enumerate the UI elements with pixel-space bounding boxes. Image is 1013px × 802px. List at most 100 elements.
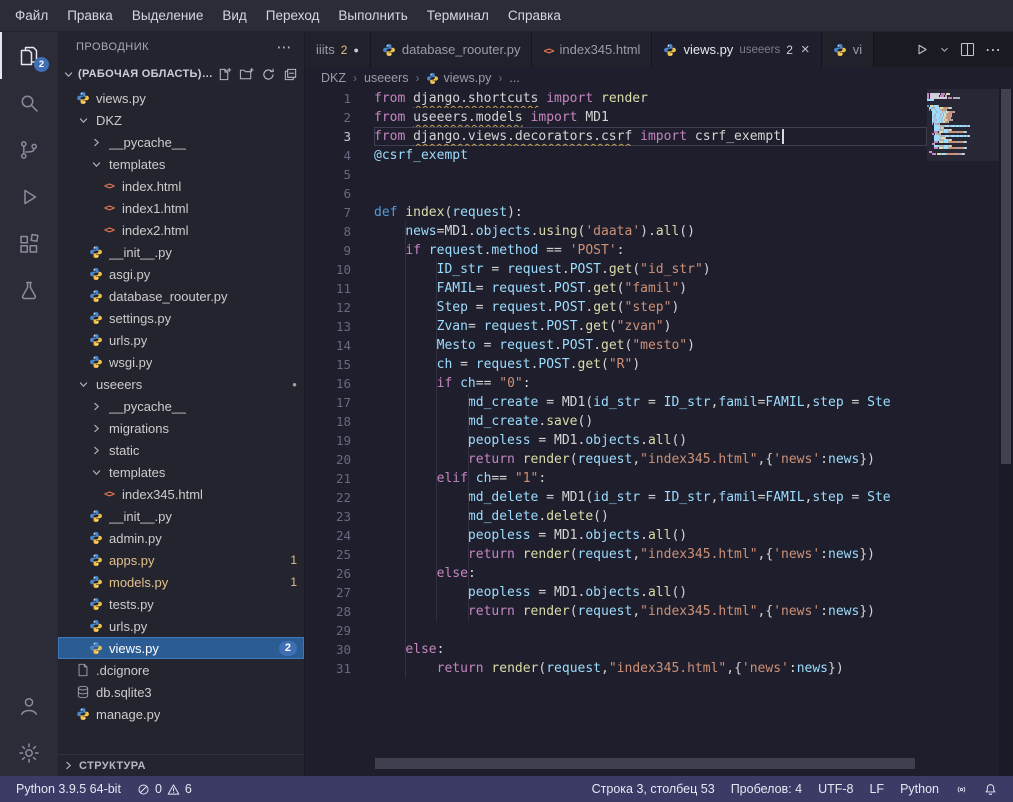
code-editor[interactable]: 1from django.shortcuts import render2fro…: [305, 89, 1013, 776]
tab-database_roouter.py[interactable]: database_roouter.py: [371, 32, 533, 67]
code-line[interactable]: 4@csrf_exempt: [305, 146, 927, 165]
folder-item-DKZ[interactable]: DKZ: [58, 109, 304, 131]
code-line[interactable]: 23 md_delete.delete(): [305, 507, 927, 526]
vertical-scrollbar-thumb[interactable]: [1001, 89, 1011, 464]
workspace-section-header[interactable]: (РАБОЧАЯ ОБЛАСТЬ) ...: [58, 62, 304, 86]
file-item-__init__.py[interactable]: __init__.py: [58, 241, 304, 263]
folder-item-templates[interactable]: templates: [58, 153, 304, 175]
code-line[interactable]: 9 if request.method == 'POST':: [305, 241, 927, 260]
folder-item-templates[interactable]: templates: [58, 461, 304, 483]
code-line[interactable]: 14 Mesto = request.POST.get("mesto"): [305, 336, 927, 355]
code-line[interactable]: 15 ch = request.POST.get("R"): [305, 355, 927, 374]
code-line[interactable]: 31 return render(request,"index345.html"…: [305, 659, 927, 678]
code-line[interactable]: 10 ID_str = request.POST.get("id_str"): [305, 260, 927, 279]
code-line[interactable]: 25 return render(request,"index345.html"…: [305, 545, 927, 564]
new-file-icon[interactable]: [217, 67, 232, 82]
run-debug-icon[interactable]: [0, 173, 58, 220]
chevron-down-icon[interactable]: [939, 44, 950, 55]
encoding-status[interactable]: UTF-8: [810, 776, 861, 802]
file-item-views.py[interactable]: views.py2: [58, 637, 304, 659]
code-line[interactable]: 3from django.views.decorators.csrf impor…: [305, 127, 927, 146]
close-icon[interactable]: ×: [801, 42, 810, 57]
file-item-__init__.py[interactable]: __init__.py: [58, 505, 304, 527]
code-line[interactable]: 20 return render(request,"index345.html"…: [305, 450, 927, 469]
code-line[interactable]: 21 elif ch== "1":: [305, 469, 927, 488]
structure-section-header[interactable]: СТРУКТУРА: [58, 754, 304, 776]
menu-item[interactable]: Вид: [213, 4, 255, 27]
file-item-urls.py[interactable]: urls.py: [58, 329, 304, 351]
menu-item[interactable]: Переход: [257, 4, 329, 27]
menu-item[interactable]: Выделение: [123, 4, 213, 27]
tab-vi[interactable]: vi: [822, 32, 874, 67]
file-item-db.sqlite3[interactable]: db.sqlite3: [58, 681, 304, 703]
eol-status[interactable]: LF: [861, 776, 892, 802]
horizontal-scrollbar-thumb[interactable]: [375, 758, 915, 769]
breadcrumb-item[interactable]: DKZ: [321, 71, 346, 85]
run-button[interactable]: [913, 41, 930, 58]
python-interpreter-status[interactable]: Python 3.9.5 64-bit: [8, 776, 129, 802]
horizontal-scrollbar[interactable]: [305, 758, 927, 769]
collapse-all-icon[interactable]: [283, 67, 298, 82]
file-item-index1.html[interactable]: <>index1.html: [58, 197, 304, 219]
file-item-database_roouter.py[interactable]: database_roouter.py: [58, 285, 304, 307]
code-line[interactable]: 19 peopless = MD1.objects.all(): [305, 431, 927, 450]
source-control-icon[interactable]: [0, 126, 58, 173]
breadcrumb-item[interactable]: views.py: [426, 71, 491, 85]
indentation-status[interactable]: Пробелов: 4: [723, 776, 810, 802]
vertical-scrollbar[interactable]: [999, 89, 1013, 776]
menu-item[interactable]: Выполнить: [329, 4, 416, 27]
explorer-icon[interactable]: 2: [0, 32, 58, 79]
file-item-tests.py[interactable]: tests.py: [58, 593, 304, 615]
folder-item-useeers[interactable]: useeers●: [58, 373, 304, 395]
tab-iiits[interactable]: iiits2●: [305, 32, 371, 67]
code-line[interactable]: 26 else:: [305, 564, 927, 583]
menu-item[interactable]: Справка: [499, 4, 570, 27]
split-editor-icon[interactable]: [959, 41, 976, 58]
testing-icon[interactable]: [0, 267, 58, 314]
code-line[interactable]: 17 md_create = MD1(id_str = ID_str,famil…: [305, 393, 927, 412]
code-line[interactable]: 27 peopless = MD1.objects.all(): [305, 583, 927, 602]
code-line[interactable]: 13 Zvan= request.POST.get("zvan"): [305, 317, 927, 336]
search-icon[interactable]: [0, 79, 58, 126]
more-actions-icon[interactable]: ⋯: [985, 40, 1001, 60]
folder-item-static[interactable]: static: [58, 439, 304, 461]
code-line[interactable]: 8 news=MD1.objects.using('daata').all(): [305, 222, 927, 241]
file-item-.dcignore[interactable]: .dcignore: [58, 659, 304, 681]
file-item-asgi.py[interactable]: asgi.py: [58, 263, 304, 285]
code-line[interactable]: 28 return render(request,"index345.html"…: [305, 602, 927, 621]
code-line[interactable]: 12 Step = request.POST.get("step"): [305, 298, 927, 317]
code-line[interactable]: 30 else:: [305, 640, 927, 659]
cursor-position[interactable]: Строка 3, столбец 53: [584, 776, 723, 802]
menu-item[interactable]: Файл: [6, 4, 57, 27]
breadcrumb-item[interactable]: useeers: [364, 71, 408, 85]
extensions-icon[interactable]: [0, 220, 58, 267]
new-folder-icon[interactable]: [239, 67, 254, 82]
file-item-views.py[interactable]: views.py: [58, 87, 304, 109]
file-item-index2.html[interactable]: <>index2.html: [58, 219, 304, 241]
folder-item-__pycache__[interactable]: __pycache__: [58, 395, 304, 417]
tab-index345.html[interactable]: <>index345.html: [532, 32, 652, 67]
code-line[interactable]: 7def index(request):: [305, 203, 927, 222]
more-actions-icon[interactable]: ⋯: [277, 38, 293, 56]
code-line[interactable]: 2from useeers.models import MD1: [305, 108, 927, 127]
code-line[interactable]: 22 md_delete = MD1(id_str = ID_str,famil…: [305, 488, 927, 507]
breadcrumb-item[interactable]: ...: [509, 71, 519, 85]
file-item-admin.py[interactable]: admin.py: [58, 527, 304, 549]
bell-status[interactable]: [976, 776, 1005, 802]
refresh-icon[interactable]: [261, 67, 276, 82]
account-icon[interactable]: [0, 682, 58, 729]
code-line[interactable]: 24 peopless = MD1.objects.all(): [305, 526, 927, 545]
menu-item[interactable]: Терминал: [418, 4, 498, 27]
code-line[interactable]: 6: [305, 184, 927, 203]
code-line[interactable]: 29: [305, 621, 927, 640]
code-line[interactable]: 1from django.shortcuts import render: [305, 89, 927, 108]
code-line[interactable]: 11 FAMIL= request.POST.get("famil"): [305, 279, 927, 298]
folder-item-__pycache__[interactable]: __pycache__: [58, 131, 304, 153]
file-item-urls.py[interactable]: urls.py: [58, 615, 304, 637]
code-line[interactable]: 5: [305, 165, 927, 184]
tab-views.py[interactable]: views.pyuseeers2×: [652, 32, 821, 67]
problems-status[interactable]: 06: [129, 776, 200, 802]
file-item-index.html[interactable]: <>index.html: [58, 175, 304, 197]
code-line[interactable]: 18 md_create.save(): [305, 412, 927, 431]
minimap[interactable]: [927, 89, 999, 776]
